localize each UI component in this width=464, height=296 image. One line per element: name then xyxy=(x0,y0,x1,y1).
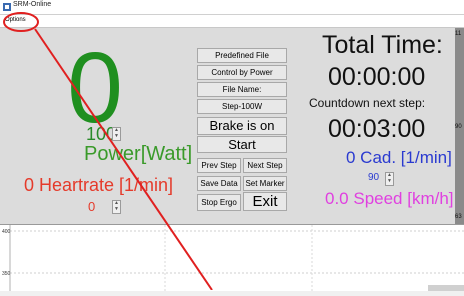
cadence-label: 0 Cad. [1/min] xyxy=(346,148,452,167)
power-spinner[interactable]: ▲ ▼ xyxy=(112,127,121,141)
speed-label: 0.0 Speed [km/h] xyxy=(325,189,454,208)
brake-button[interactable]: Brake is on xyxy=(197,117,287,135)
chart-scrollbar[interactable] xyxy=(428,285,464,291)
vertical-gauge: 11 90 63 xyxy=(455,28,464,224)
file-name-label: File Name: xyxy=(197,82,287,97)
spinner-down-icon[interactable]: ▼ xyxy=(113,134,120,140)
total-time-value: 00:00:00 xyxy=(328,63,426,91)
power-label: Power[Watt] xyxy=(84,143,193,165)
window-title: SRM-Online xyxy=(13,1,52,8)
heartrate-spinner[interactable]: ▲ ▼ xyxy=(112,200,121,214)
cadence-setpoint-value: 90 xyxy=(368,172,380,183)
next-step-button[interactable]: Next Step xyxy=(243,158,287,173)
gauge-tick-bottom: 63 xyxy=(455,214,462,220)
gauge-tick-top: 11 xyxy=(455,31,462,37)
menu-bar: Options xyxy=(0,15,464,28)
cadence-spinner[interactable]: ▲ ▼ xyxy=(385,172,394,186)
options-menu[interactable]: Options xyxy=(5,17,26,23)
spinner-down-icon[interactable]: ▼ xyxy=(386,179,393,185)
set-marker-button[interactable]: Set Marker xyxy=(243,176,287,191)
control-by-power-button[interactable]: Control by Power xyxy=(197,65,287,80)
save-data-button[interactable]: Save Data xyxy=(197,176,241,191)
chart-tick-second: 350 xyxy=(2,271,11,277)
app-icon xyxy=(3,3,11,11)
predefined-file-button[interactable]: Predefined File xyxy=(197,48,287,63)
gauge-tick-mid: 90 xyxy=(455,124,462,130)
total-time-label: Total Time: xyxy=(322,31,443,59)
countdown-label: Countdown next step: xyxy=(309,96,426,110)
countdown-value: 00:03:00 xyxy=(328,115,426,143)
file-name-field[interactable]: Step-100W xyxy=(197,99,287,114)
spinner-down-icon[interactable]: ▼ xyxy=(113,207,120,213)
title-bar: SRM-Online xyxy=(0,0,464,15)
exit-button[interactable]: Exit xyxy=(243,192,287,211)
chart-area: 400 350 xyxy=(0,224,464,291)
chart-tick-top: 400 xyxy=(2,229,11,235)
heartrate-label: 0 Heartrate [1/min] xyxy=(24,175,174,195)
heartrate-value: 0 xyxy=(88,199,96,214)
start-button[interactable]: Start xyxy=(197,136,287,153)
chart-grid: 400 350 xyxy=(2,225,464,291)
main-panel: 0 100 ▲ ▼ Power[Watt] 0 Heartrate [1/min… xyxy=(0,28,455,224)
prev-step-button[interactable]: Prev Step xyxy=(197,158,241,173)
stop-ergo-button[interactable]: Stop Ergo xyxy=(197,194,241,211)
